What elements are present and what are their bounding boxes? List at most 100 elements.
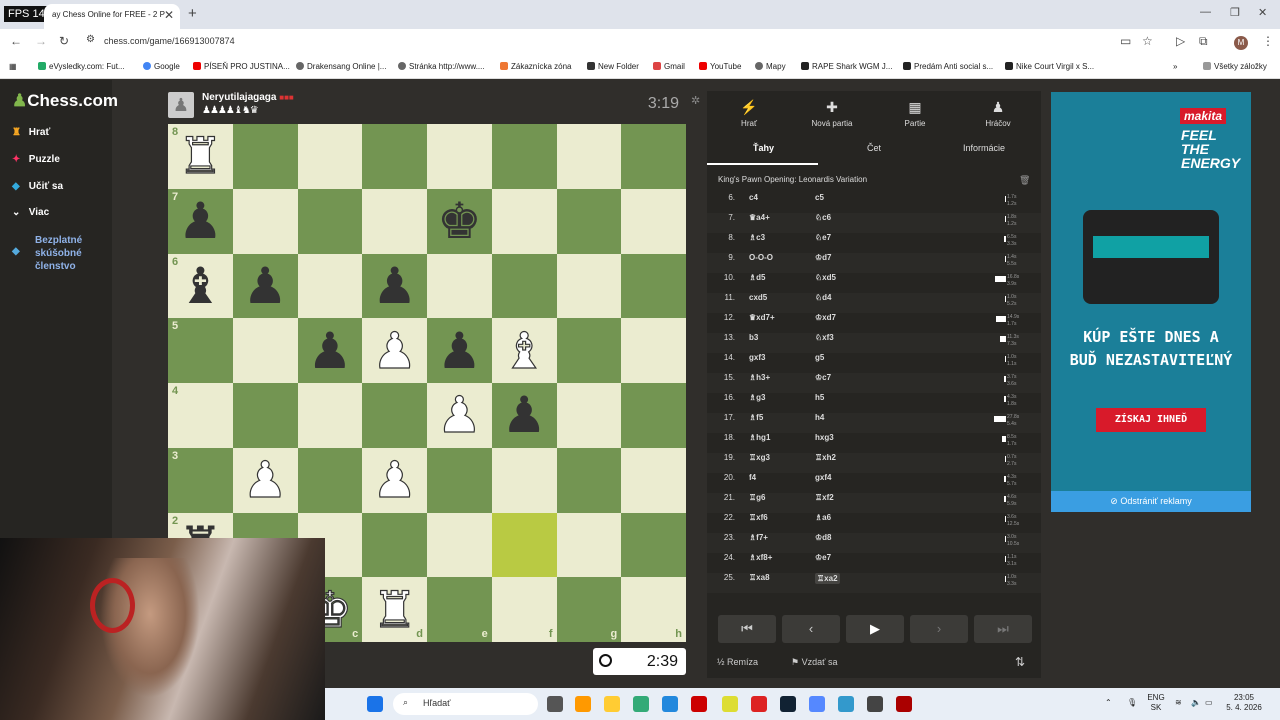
board-square-d6[interactable]: ♟ xyxy=(362,253,427,319)
board-square-b5[interactable] xyxy=(232,318,298,383)
white-move[interactable]: ♗f5 xyxy=(749,413,763,422)
board-square-c3[interactable] xyxy=(297,447,363,513)
board-square-a7[interactable]: 7 ♟ xyxy=(168,188,233,254)
taskbar-search[interactable]: ⌕ Hľadať xyxy=(393,693,538,715)
tray-chevron-up-icon[interactable]: ⌃ xyxy=(1105,698,1112,708)
app-icon[interactable] xyxy=(575,696,591,712)
board-square-a5[interactable]: 5 xyxy=(168,318,233,383)
black-move[interactable]: ♘xf3 xyxy=(815,333,834,342)
white-pawn-icon[interactable]: ♟ xyxy=(372,325,418,376)
next-move-button[interactable]: › xyxy=(910,615,968,643)
chrome-icon[interactable] xyxy=(722,696,738,712)
board-square-b4[interactable] xyxy=(232,383,298,448)
white-pawn-icon[interactable]: ♟ xyxy=(436,390,482,441)
board-square-g1[interactable]: g xyxy=(556,577,622,642)
microphone-icon[interactable]: 🎙 xyxy=(1127,698,1137,708)
close-window-icon[interactable]: ✕ xyxy=(1258,6,1267,19)
black-bishop-icon[interactable]: ♝ xyxy=(178,261,223,311)
white-move[interactable]: f4 xyxy=(749,473,756,482)
bookmark-item[interactable]: eVysledky.com: Fut... xyxy=(38,62,125,71)
white-move[interactable]: cxd5 xyxy=(749,293,767,302)
bookmark-item[interactable]: Predám Anti social s... xyxy=(903,62,993,71)
white-move[interactable]: ♗hg1 xyxy=(749,433,770,442)
black-pawn-icon[interactable]: ♟ xyxy=(243,261,288,311)
sidebar-item-more[interactable]: ⌄ Viac xyxy=(12,207,49,218)
board-square-h6[interactable] xyxy=(621,253,686,319)
board-square-d2[interactable] xyxy=(362,512,427,578)
clock-display[interactable]: 23:05 5. 4. 2026 xyxy=(1220,693,1268,713)
extensions-icon[interactable]: ⧉ xyxy=(1199,34,1208,49)
bookmark-item[interactable]: Gmail xyxy=(653,62,685,71)
board-square-e1[interactable]: e xyxy=(427,577,492,642)
black-pawn-icon[interactable]: ♟ xyxy=(372,261,417,311)
tab-players[interactable]: ♟ Hráčov xyxy=(956,99,1040,128)
board-square-g2[interactable] xyxy=(556,512,622,578)
task-view-icon[interactable] xyxy=(547,696,563,712)
board-square-e6[interactable] xyxy=(427,253,492,319)
board-square-b3[interactable]: ♟ xyxy=(232,447,298,513)
battery-icon[interactable]: ▭ xyxy=(1205,698,1213,708)
black-move[interactable]: ♖xa2 xyxy=(815,573,840,584)
discord-icon[interactable] xyxy=(809,696,825,712)
board-square-e7[interactable]: ♚ xyxy=(427,188,492,254)
white-move[interactable]: ♛xd7+ xyxy=(749,313,775,322)
board-square-c6[interactable] xyxy=(297,253,363,319)
bookmark-item[interactable]: YouTube xyxy=(699,62,741,71)
minimize-icon[interactable]: — xyxy=(1200,6,1211,18)
board-square-f3[interactable] xyxy=(491,447,557,513)
bookmark-item[interactable]: Drakensang Online |... xyxy=(296,62,386,71)
board-square-h2[interactable] xyxy=(621,512,686,578)
forward-icon[interactable]: → xyxy=(35,34,47,48)
black-pawn-icon[interactable]: ♟ xyxy=(178,196,223,246)
bookmark-star-icon[interactable]: ☆ xyxy=(1142,34,1153,48)
white-move[interactable]: O-O-O xyxy=(749,253,773,262)
black-move[interactable]: c5 xyxy=(815,193,824,202)
white-move[interactable]: ♖xa8 xyxy=(749,573,770,582)
sidebar-item-learn[interactable]: ◆ Učiť sa xyxy=(12,181,63,192)
board-square-f6[interactable] xyxy=(491,253,557,319)
bookmark-item[interactable]: RAPE Shark WGM J... xyxy=(801,62,892,71)
board-square-c4[interactable] xyxy=(297,383,363,448)
white-move[interactable]: ♖xg3 xyxy=(749,453,770,462)
new-tab-icon[interactable]: + xyxy=(188,5,197,22)
board-square-f8[interactable] xyxy=(491,124,557,189)
board-square-b8[interactable] xyxy=(232,124,298,189)
sidebar-item-play[interactable]: ♜ Hrať xyxy=(12,127,50,138)
board-square-e8[interactable] xyxy=(427,124,492,189)
bookmark-item[interactable]: Zákaznícka zóna xyxy=(500,62,571,71)
sidebar-item-puzzle[interactable]: ✦ Puzzle xyxy=(12,154,60,165)
tab-games[interactable]: ▦ Partie xyxy=(873,99,957,128)
white-move[interactable]: gxf3 xyxy=(749,353,765,362)
board-square-d7[interactable] xyxy=(362,188,427,254)
board-square-f5[interactable]: ♝ xyxy=(491,318,557,383)
board-square-h8[interactable] xyxy=(621,124,686,189)
white-pawn-icon[interactable]: ♟ xyxy=(372,455,418,506)
board-square-f4[interactable]: ♟ xyxy=(491,383,557,448)
board-square-f7[interactable] xyxy=(491,188,557,254)
white-move[interactable]: ♗g3 xyxy=(749,393,766,402)
steam-icon[interactable] xyxy=(780,696,796,712)
white-move[interactable]: ♗xf8+ xyxy=(749,553,772,562)
reload-icon[interactable]: ↻ xyxy=(59,34,69,48)
board-square-c8[interactable] xyxy=(297,124,363,189)
avatar[interactable]: ♟ xyxy=(168,92,194,118)
tab-chat[interactable]: Čet xyxy=(867,143,881,153)
bookmark-item[interactable]: Mapy xyxy=(755,62,786,71)
previous-move-button[interactable]: ‹ xyxy=(782,615,840,643)
board-square-d5[interactable]: ♟ xyxy=(362,318,427,383)
chevron-right-icon[interactable]: » xyxy=(1173,62,1177,71)
remove-ads-button[interactable]: ⊘ Odstrániť reklamy xyxy=(1051,491,1251,512)
black-move[interactable]: hxg3 xyxy=(815,433,834,442)
black-move[interactable]: ♖xh2 xyxy=(815,453,836,462)
board-square-g3[interactable] xyxy=(556,447,622,513)
board-square-h1[interactable]: h xyxy=(621,577,686,642)
black-pawn-icon[interactable]: ♟ xyxy=(502,390,547,440)
black-move[interactable]: ♘e7 xyxy=(815,233,831,242)
black-move[interactable]: ♔d7 xyxy=(815,253,832,262)
trash-icon[interactable]: 🗑 xyxy=(1019,175,1030,186)
advertisement[interactable]: makita FEEL THE ENERGY KÚP EŠTE DNES A B… xyxy=(1051,92,1251,512)
app-icon[interactable] xyxy=(751,696,767,712)
play-moves-button[interactable]: ▶ xyxy=(846,615,904,643)
white-move[interactable]: ♛a4+ xyxy=(749,213,770,222)
board-square-e4[interactable]: ♟ xyxy=(427,383,492,448)
